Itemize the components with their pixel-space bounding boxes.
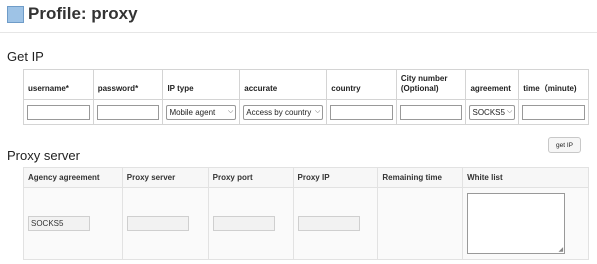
page-title: Profile: proxy	[28, 4, 138, 23]
chevron-down-icon: ⌵	[227, 108, 234, 115]
col-proxy-server: Proxy server	[121, 167, 209, 188]
cell-username	[23, 99, 94, 125]
col-proxy-port: Proxy port	[207, 167, 294, 188]
col-city-number: City number (Optional)	[395, 69, 467, 100]
cell-proxy-server	[121, 187, 209, 260]
col-time: time（minute)	[518, 69, 589, 100]
cell-proxy-port	[207, 187, 294, 260]
col-username: username*	[23, 69, 94, 100]
cell-agency-agreement: SOCKS5	[23, 187, 123, 260]
cell-time	[518, 99, 589, 125]
cell-white-list: ◢	[462, 187, 589, 260]
col-proxy-ip: Proxy IP	[292, 167, 379, 188]
username-input[interactable]	[27, 104, 90, 120]
time-input[interactable]	[522, 104, 585, 120]
col-remaining-time: Remaining time	[377, 167, 464, 188]
white-list-textarea[interactable]: ◢	[467, 193, 566, 254]
cell-agreement: SOCKS5 ⌵	[465, 99, 520, 125]
col-country: country	[326, 69, 397, 100]
col-agreement: agreement	[465, 69, 520, 100]
accurate-value: Access by country	[246, 107, 312, 117]
col-accurate: accurate	[239, 69, 328, 100]
get-ip-button[interactable]: get IP	[548, 137, 581, 153]
col-agency-agreement: Agency agreement	[23, 167, 123, 188]
col-password: password*	[92, 69, 164, 100]
proxy-server-field	[126, 216, 189, 231]
col-white-list: White list	[462, 167, 589, 188]
agency-agreement-field: SOCKS5	[28, 216, 90, 231]
resize-handle-icon[interactable]: ◢	[558, 246, 563, 253]
agreement-value: SOCKS5	[472, 107, 505, 117]
cell-proxy-ip	[292, 187, 379, 260]
ip-type-value: Mobile agent	[169, 107, 216, 117]
cell-accurate: Access by country ⌵	[239, 99, 328, 125]
proxy-port-field	[212, 216, 275, 231]
chevron-down-icon: ⌵	[506, 108, 513, 115]
profile-icon	[7, 6, 24, 23]
cell-ip-type: Mobile agent ⌵	[162, 99, 241, 125]
accurate-select[interactable]: Access by country ⌵	[243, 104, 324, 120]
agreement-select[interactable]: SOCKS5 ⌵	[469, 104, 516, 120]
cell-password	[92, 99, 164, 125]
page-header: Profile: proxy	[0, 0, 597, 33]
col-ip-type: IP type	[162, 69, 241, 100]
chevron-down-icon: ⌵	[314, 108, 321, 115]
get-ip-section-title: Get IP	[7, 49, 44, 64]
password-input[interactable]	[96, 104, 160, 120]
country-input[interactable]	[330, 104, 393, 120]
get-ip-table: username* password* IP type accurate cou…	[23, 69, 589, 125]
ip-type-select[interactable]: Mobile agent ⌵	[166, 104, 237, 120]
city-number-input[interactable]	[399, 104, 463, 120]
proxy-server-section-title: Proxy server	[7, 148, 80, 163]
cell-country	[326, 99, 397, 125]
cell-city-number	[395, 99, 467, 125]
proxy-ip-field	[297, 216, 360, 231]
cell-remaining-time	[377, 187, 464, 260]
proxy-server-table: Agency agreement Proxy server Proxy port…	[23, 167, 589, 260]
